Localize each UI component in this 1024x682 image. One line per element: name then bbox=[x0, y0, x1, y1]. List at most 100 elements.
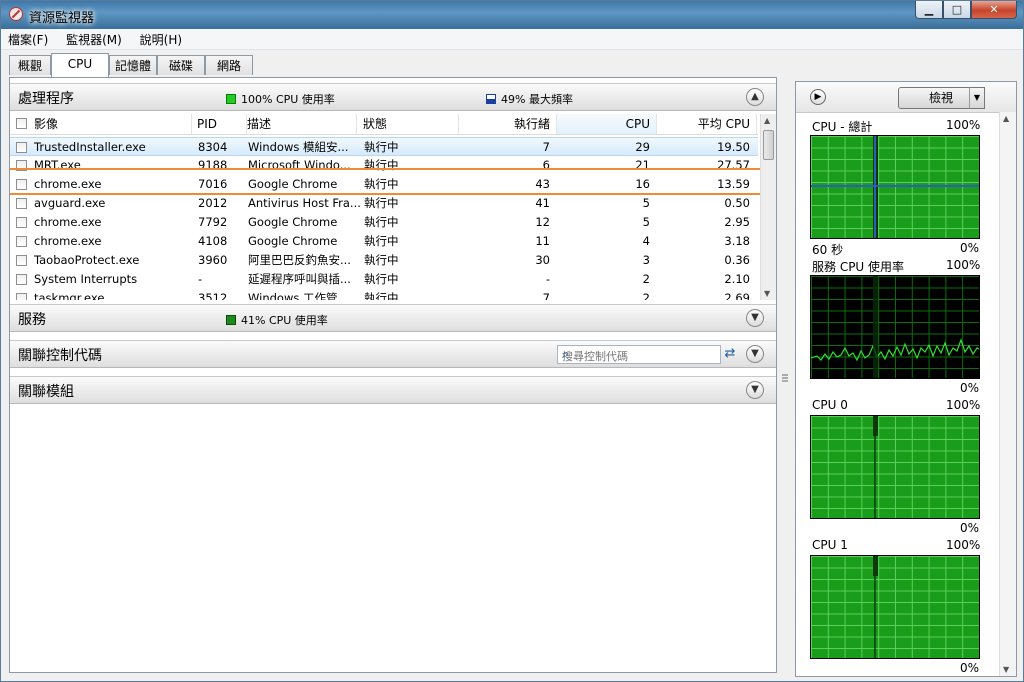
processes-scrollbar[interactable]: ▲ ▼ bbox=[760, 114, 776, 300]
expand-services-button[interactable]: ▼ bbox=[746, 309, 764, 327]
cpu-usage-indicator: 100% CPU 使用率 bbox=[226, 91, 335, 107]
minimize-button[interactable]: ▁ bbox=[915, 1, 943, 19]
services-title: 服務 bbox=[18, 312, 46, 328]
scroll-up-arrow[interactable]: ▲ bbox=[1003, 114, 1009, 123]
search-handles-input[interactable]: 搜尋控制代碼 ⌕ bbox=[557, 345, 721, 364]
resource-monitor-icon bbox=[9, 7, 23, 21]
process-status: 執行中 bbox=[364, 272, 399, 286]
row-checkbox[interactable] bbox=[16, 217, 27, 228]
scroll-down-arrow[interactable]: ▼ bbox=[764, 289, 770, 298]
title-bar: 資源監視器 ▁ □ ✕ bbox=[1, 1, 1023, 29]
close-button[interactable]: ✕ bbox=[971, 1, 1017, 19]
row-checkbox[interactable] bbox=[16, 236, 27, 247]
refresh-icon[interactable]: ⇄ bbox=[722, 346, 738, 362]
tab-memory[interactable]: 記憶體 bbox=[109, 55, 157, 75]
process-image: chrome.exe bbox=[34, 234, 102, 248]
process-threads: 11 bbox=[535, 234, 550, 248]
process-desc: Antivirus Host Fra... bbox=[248, 196, 360, 210]
tab-cpu[interactable]: CPU bbox=[51, 53, 109, 77]
process-pid: 3960 bbox=[198, 253, 228, 267]
handles-header[interactable]: 關聯控制代碼 搜尋控制代碼 ⌕ ⇄ ▼ bbox=[10, 340, 776, 368]
cpu-total-trace bbox=[811, 136, 979, 238]
process-cpu: 5 bbox=[642, 196, 650, 210]
highlight-annotation bbox=[10, 168, 768, 195]
graph-cpu0-label: CPU 0 bbox=[812, 398, 848, 412]
column-description[interactable]: 描述 bbox=[247, 114, 357, 134]
menu-monitor[interactable]: 監視器(M) bbox=[59, 29, 129, 50]
process-desc: 延遲程序呼叫與插... bbox=[248, 272, 351, 286]
table-row[interactable]: taskmgr.exe 3512 Windows 工作管... 執行中 7 2 … bbox=[10, 289, 758, 300]
collapse-processes-button[interactable]: ▲ bbox=[746, 88, 764, 106]
scroll-thumb[interactable] bbox=[763, 130, 774, 160]
process-threads: - bbox=[545, 272, 550, 286]
row-checkbox[interactable] bbox=[16, 255, 27, 266]
table-row[interactable]: chrome.exe 4108 Google Chrome 執行中 11 4 3… bbox=[10, 232, 758, 251]
table-row[interactable]: TaobaoProtect.exe 3960 阿里巴巴反釣魚安... 執行中 3… bbox=[10, 251, 758, 270]
resource-monitor-window: 資源監視器 ▁ □ ✕ 檔案(F) 監視器(M) 說明(H) 概觀 CPU 記憶… bbox=[0, 0, 1024, 682]
process-threads: 41 bbox=[535, 196, 550, 210]
search-icon[interactable]: ⌕ bbox=[562, 347, 716, 362]
graph-cpu-total bbox=[810, 135, 980, 239]
process-cpu: 3 bbox=[642, 253, 650, 267]
menu-help[interactable]: 說明(H) bbox=[133, 29, 189, 50]
column-cpu[interactable]: CPU bbox=[557, 114, 657, 134]
process-status: 執行中 bbox=[364, 215, 399, 229]
row-checkbox[interactable] bbox=[16, 274, 27, 285]
row-checkbox[interactable] bbox=[16, 142, 27, 153]
graph-cpu1-min: 0% bbox=[960, 661, 980, 675]
table-row[interactable]: chrome.exe 7792 Google Chrome 執行中 12 5 2… bbox=[10, 213, 758, 232]
pane-splitter[interactable] bbox=[778, 81, 792, 677]
tab-disk[interactable]: 磁碟 bbox=[157, 55, 205, 75]
scroll-up-arrow[interactable]: ▲ bbox=[764, 116, 770, 125]
menu-bar: 檔案(F) 監視器(M) 說明(H) bbox=[1, 29, 1023, 50]
process-status: 執行中 bbox=[364, 234, 399, 248]
table-row[interactable]: TrustedInstaller.exe 8304 Windows 模組安...… bbox=[10, 137, 758, 156]
services-header[interactable]: 服務 41% CPU 使用率 ▼ bbox=[10, 304, 776, 332]
process-avg-cpu: 0.36 bbox=[724, 253, 750, 267]
process-image: chrome.exe bbox=[34, 215, 102, 229]
process-cpu: 29 bbox=[635, 140, 650, 154]
process-avg-cpu: 3.18 bbox=[724, 234, 750, 248]
table-row[interactable]: avguard.exe 2012 Antivirus Host Fra... 執… bbox=[10, 194, 758, 213]
services-cpu-indicator: 41% CPU 使用率 bbox=[226, 312, 328, 328]
maximize-button[interactable]: □ bbox=[943, 1, 971, 19]
expand-modules-button[interactable]: ▼ bbox=[746, 381, 764, 399]
modules-header[interactable]: 關聯模組 ▼ bbox=[10, 376, 776, 404]
select-all-checkbox[interactable] bbox=[16, 118, 27, 129]
column-threads[interactable]: 執行緒 bbox=[457, 114, 557, 134]
services-cpu-swatch bbox=[226, 315, 236, 325]
column-avg-cpu[interactable]: 平均 CPU bbox=[657, 114, 757, 134]
expand-handles-button[interactable]: ▼ bbox=[746, 345, 764, 363]
graph-cpu-total-time: 60 秒 bbox=[812, 243, 844, 257]
menu-file[interactable]: 檔案(F) bbox=[1, 29, 55, 50]
window-title: 資源監視器 bbox=[29, 11, 95, 26]
column-status[interactable]: 狀態 bbox=[363, 114, 459, 134]
graph-cpu1-max: 100% bbox=[946, 538, 981, 552]
processes-title: 處理程序 bbox=[18, 91, 74, 107]
view-button-label: 檢視 bbox=[928, 91, 953, 105]
column-image[interactable]: 影像 bbox=[34, 114, 192, 134]
cpu-usage-text: 100% CPU 使用率 bbox=[241, 93, 335, 106]
max-frequency-text: 49% 最大頻率 bbox=[501, 93, 573, 106]
row-checkbox[interactable] bbox=[16, 293, 27, 300]
process-image: TrustedInstaller.exe bbox=[34, 140, 146, 154]
row-checkbox[interactable] bbox=[16, 198, 27, 209]
processes-header[interactable]: 處理程序 100% CPU 使用率 49% 最大頻率 ▲ bbox=[10, 83, 776, 111]
column-pid[interactable]: PID bbox=[197, 114, 247, 134]
process-threads: 7 bbox=[542, 140, 550, 154]
process-avg-cpu: 2.95 bbox=[724, 215, 750, 229]
window-controls: ▁ □ ✕ bbox=[915, 1, 1017, 21]
tab-overview[interactable]: 概觀 bbox=[9, 55, 51, 75]
process-desc: Google Chrome bbox=[248, 215, 338, 229]
tab-network[interactable]: 網路 bbox=[205, 55, 253, 75]
table-row[interactable]: System Interrupts - 延遲程序呼叫與插... 執行中 - 2 … bbox=[10, 270, 758, 289]
scroll-down-arrow[interactable]: ▼ bbox=[1003, 665, 1009, 674]
process-image: TaobaoProtect.exe bbox=[34, 253, 140, 267]
process-avg-cpu: 19.50 bbox=[717, 140, 750, 154]
graphs-scrollbar[interactable]: ▲ ▼ bbox=[999, 112, 1016, 676]
graphs-pane: ▶ 檢視 ▼ CPU - 總計 100% 60 秒 0% 服務 CPU 使用率 … bbox=[795, 81, 1017, 677]
collapse-graphs-button[interactable]: ▶ bbox=[810, 89, 826, 105]
view-dropdown-arrow[interactable]: ▼ bbox=[969, 87, 985, 109]
process-pid: 7792 bbox=[198, 215, 228, 229]
process-cpu: 2 bbox=[642, 272, 650, 286]
